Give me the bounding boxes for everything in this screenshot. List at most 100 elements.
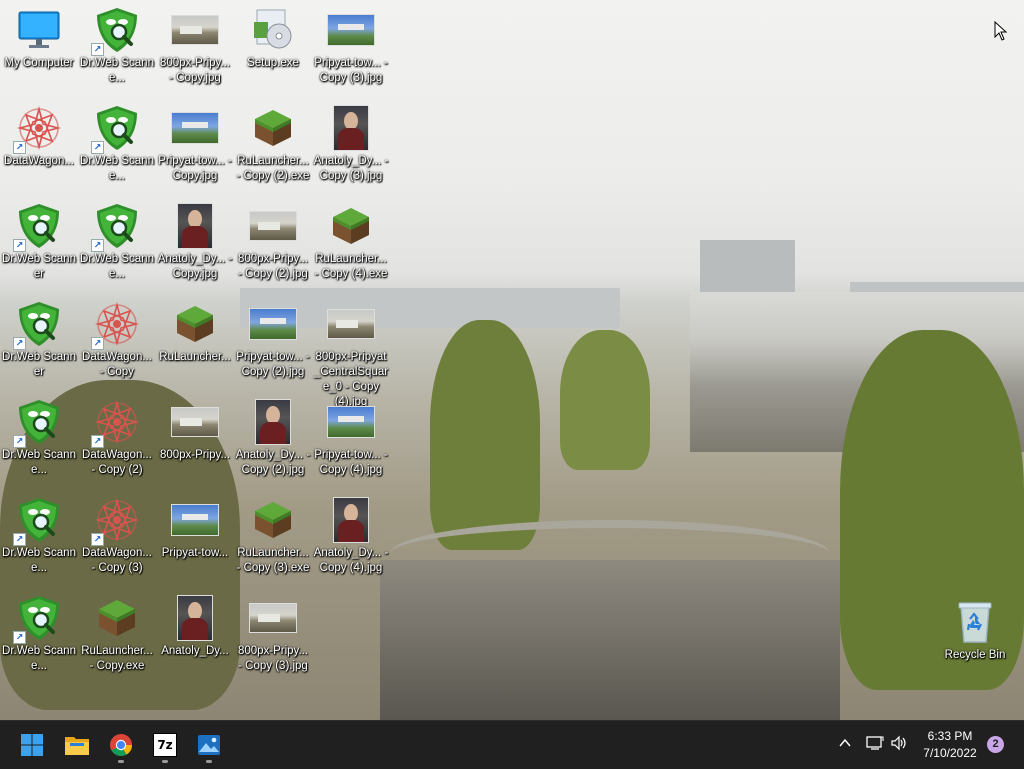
desktop-icon-label: Anatoly_Dy... - Copy (3).jpg — [313, 155, 389, 182]
chrome-icon — [110, 734, 132, 756]
running-indicator — [206, 760, 212, 763]
datawagon-icon: ↗ — [91, 496, 141, 546]
desktop-icon[interactable]: RuLauncher... - Copy (3).exe — [234, 496, 312, 576]
photo-icon — [171, 496, 219, 544]
desktop-icon-recycle-bin[interactable]: Recycle Bin — [936, 598, 1014, 663]
computer-icon — [15, 6, 63, 54]
datawagon-icon: ↗ — [13, 104, 63, 154]
desktop-icon[interactable]: My Computer — [0, 6, 78, 71]
desktop-icon[interactable]: ↗ Dr.Web Scanner — [0, 202, 78, 282]
folder-icon — [65, 737, 89, 755]
desktop-icon-label: Anatoly_Dy... — [161, 645, 229, 657]
grass-block-icon — [327, 202, 375, 250]
desktop-icon-label: Pripyat-tow... - Copy.jpg — [158, 155, 232, 182]
speaker-icon — [891, 735, 906, 751]
desktop-icon[interactable]: RuLauncher... - Copy (2).exe — [234, 104, 312, 184]
desktop-icon[interactable]: ↗ Dr.Web Scanne... — [0, 594, 78, 674]
desktop-icon[interactable]: ↗ Dr.Web Scanne... — [0, 496, 78, 576]
desktop-icon[interactable]: Pripyat-tow... — [156, 496, 234, 561]
photo-icon — [249, 202, 297, 250]
desktop-icon[interactable]: RuLauncher... — [156, 300, 234, 365]
desktop-icon[interactable]: Pripyat-tow... - Copy (4).jpg — [312, 398, 390, 478]
desktop-icon[interactable]: Anatoly_Dy... - Copy (3).jpg — [312, 104, 390, 184]
7zip-icon: 7z — [153, 733, 177, 757]
volume-button[interactable] — [890, 735, 910, 753]
desktop-icon-label: DataWagon... - Copy — [82, 351, 152, 378]
wallpaper-roof-ring — [390, 520, 830, 588]
portrait-photo-icon — [327, 496, 375, 544]
desktop-icon[interactable]: Anatoly_Dy... - Copy (2).jpg — [234, 398, 312, 478]
desktop-icon[interactable]: RuLauncher... - Copy (4).exe — [312, 202, 390, 282]
taskbar-photos-button[interactable] — [189, 725, 229, 765]
portrait-photo-icon — [327, 104, 375, 152]
desktop-icon[interactable]: Pripyat-tow... - Copy (3).jpg — [312, 6, 390, 86]
desktop-icon[interactable]: 800px-Pripy... - Copy (3).jpg — [234, 594, 312, 674]
desktop-icon[interactable]: Anatoly_Dy... - Copy (4).jpg — [312, 496, 390, 576]
photo-thumbnail — [171, 504, 219, 536]
desktop-icon[interactable]: Anatoly_Dy... - Copy.jpg — [156, 202, 234, 282]
taskbar-chrome-button[interactable] — [101, 725, 141, 765]
desktop-icon[interactable]: ↗ DataWagon... - Copy (2) — [78, 398, 156, 478]
photo-thumbnail — [249, 603, 297, 633]
desktop-icon[interactable]: 800px-Pripy... — [156, 398, 234, 463]
photo-icon — [171, 398, 219, 446]
notification-badge[interactable]: 2 — [987, 736, 1004, 753]
desktop-icon[interactable]: ↗ Dr.Web Scanne... — [78, 104, 156, 184]
desktop-icon-label: Dr.Web Scanne... — [2, 449, 76, 476]
drweb-icon: ↗ — [13, 398, 63, 448]
photo-icon — [327, 6, 375, 54]
running-indicator — [118, 760, 124, 763]
portrait-photo-icon — [171, 594, 219, 642]
wallpaper-building-far — [700, 240, 795, 300]
taskbar-file-explorer-button[interactable] — [57, 725, 97, 765]
desktop-icon[interactable]: ↗ Dr.Web Scanner — [0, 300, 78, 380]
desktop-icon[interactable]: 800px-Pripyat _CentralSquar e_0 - Copy (… — [312, 300, 390, 410]
desktop-icon[interactable]: 800px-Pripy... - Copy (2).jpg — [234, 202, 312, 282]
drweb-icon: ↗ — [13, 496, 63, 546]
photo-icon — [327, 300, 375, 348]
desktop-icon-label: RuLauncher... - Copy (2).exe — [236, 155, 310, 182]
show-hidden-icons-button[interactable] — [838, 736, 856, 754]
photo-thumbnail — [249, 308, 297, 340]
shortcut-arrow-icon: ↗ — [13, 337, 26, 350]
desktop-icon[interactable]: ↗ DataWagon... — [0, 104, 78, 169]
taskbar-7zip-button[interactable]: 7z — [145, 725, 185, 765]
datawagon-icon: ↗ — [91, 300, 141, 350]
desktop-icon[interactable]: RuLauncher... - Copy.exe — [78, 594, 156, 674]
network-button[interactable] — [866, 735, 886, 753]
shortcut-arrow-icon: ↗ — [13, 141, 26, 154]
clock-button[interactable]: 6:33 PM 7/10/2022 — [916, 727, 984, 763]
desktop-icon-label: Pripyat-tow... - Copy (2).jpg — [236, 351, 310, 378]
desktop-icon-label: DataWagon... - Copy (2) — [82, 449, 152, 476]
desktop-icon[interactable]: Pripyat-tow... - Copy.jpg — [156, 104, 234, 184]
desktop-icon-label: Dr.Web Scanne... — [80, 155, 154, 182]
desktop-icon[interactable]: ↗ Dr.Web Scanne... — [78, 6, 156, 86]
desktop-icon-label: Anatoly_Dy... - Copy (4).jpg — [313, 547, 389, 574]
shortcut-arrow-icon: ↗ — [91, 435, 104, 448]
desktop-icon[interactable]: ↗ Dr.Web Scanne... — [0, 398, 78, 478]
wallpaper-trees-1 — [430, 320, 540, 550]
taskbar-start-button[interactable] — [12, 725, 52, 765]
desktop-icon[interactable]: Anatoly_Dy... — [156, 594, 234, 659]
recycle-bin-icon — [951, 598, 999, 646]
desktop-icon[interactable]: ↗ DataWagon... - Copy (3) — [78, 496, 156, 576]
desktop-icon-label: Anatoly_Dy... - Copy (2).jpg — [235, 449, 311, 476]
desktop-icon-label: 800px-Pripy... - Copy (3).jpg — [237, 645, 309, 672]
desktop-icon-label: Dr.Web Scanne... — [2, 645, 76, 672]
photo-icon — [249, 594, 297, 642]
desktop-icon-label: Dr.Web Scanne... — [80, 57, 154, 84]
drweb-icon: ↗ — [91, 104, 141, 154]
shortcut-arrow-icon: ↗ — [13, 533, 26, 546]
shortcut-arrow-icon: ↗ — [91, 533, 104, 546]
photo-thumbnail — [171, 112, 219, 144]
drweb-icon: ↗ — [13, 300, 63, 350]
shortcut-arrow-icon: ↗ — [13, 435, 26, 448]
desktop-icon[interactable]: ↗ DataWagon... - Copy — [78, 300, 156, 380]
desktop-icon[interactable]: Pripyat-tow... - Copy (2).jpg — [234, 300, 312, 380]
datawagon-icon: ↗ — [91, 398, 141, 448]
wallpaper-trees-2 — [560, 330, 650, 470]
7zip-icon-text: 7z — [157, 738, 173, 752]
desktop-icon[interactable]: 800px-Pripy... - Copy.jpg — [156, 6, 234, 86]
desktop-icon[interactable]: ↗ Dr.Web Scanne... — [78, 202, 156, 282]
desktop-icon[interactable]: Setup.exe — [234, 6, 312, 71]
